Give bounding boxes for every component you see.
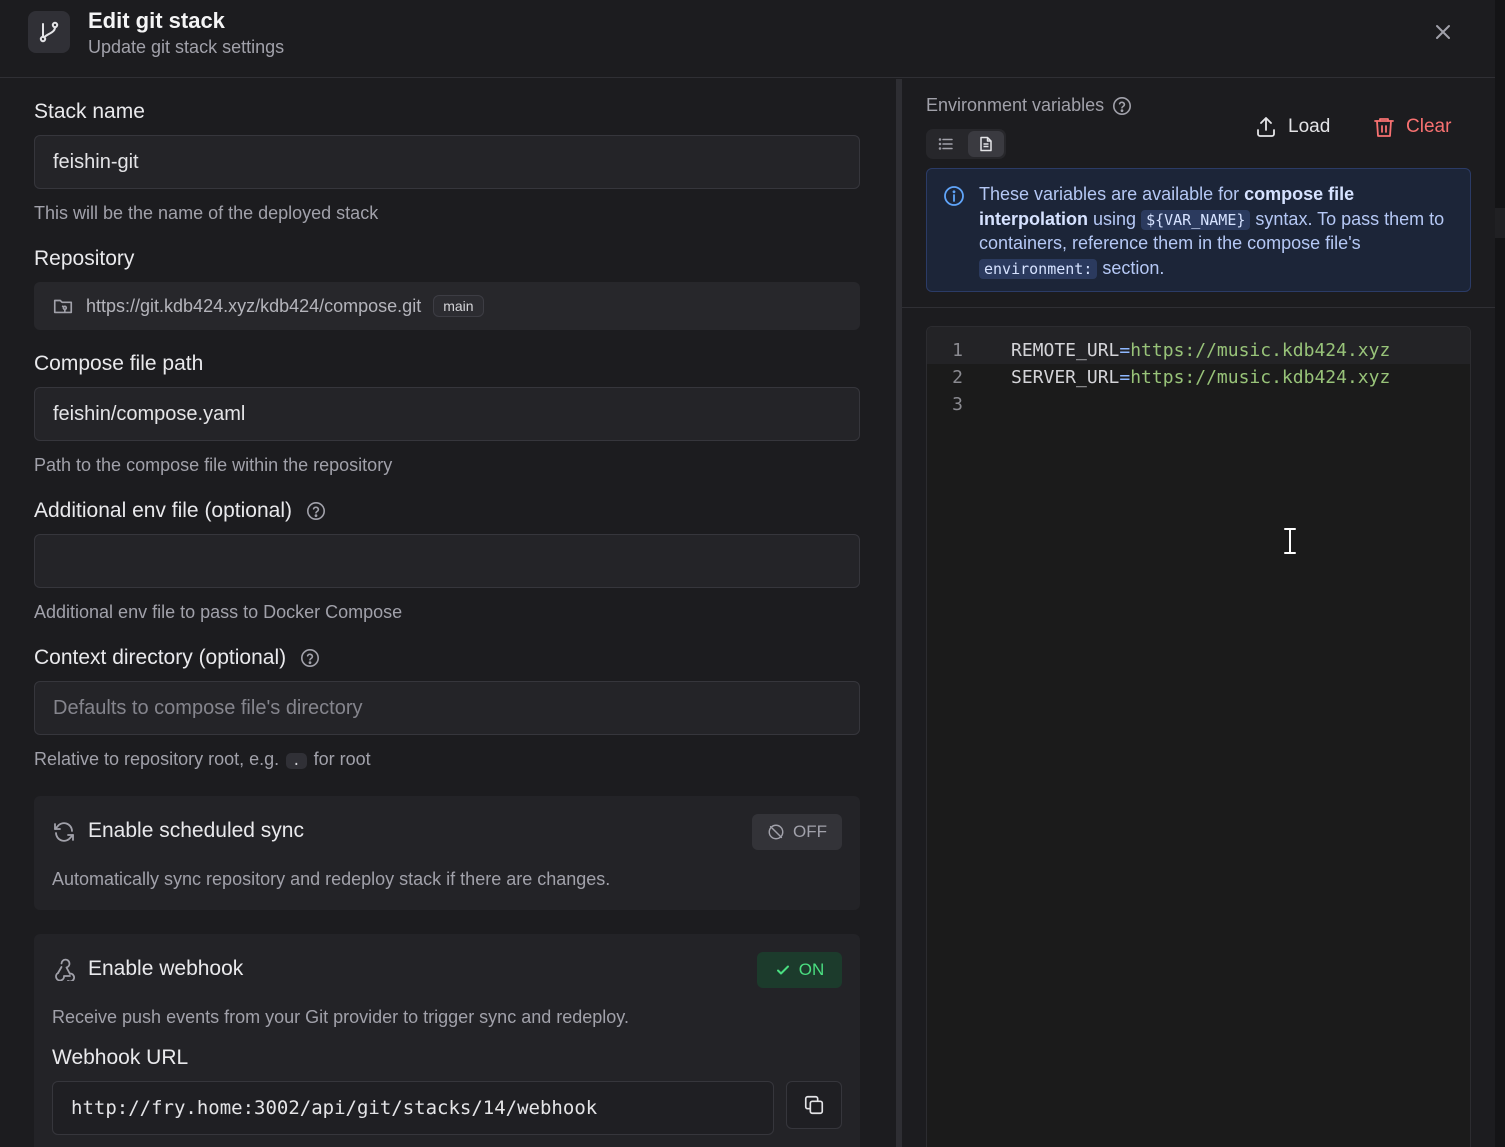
code-line[interactable]: 2 SERVER_URL=https://music.kdb424.xyz — [927, 364, 1470, 391]
list-view-tab[interactable] — [928, 131, 964, 157]
info-text-part: These variables are available for — [979, 184, 1240, 204]
refresh-icon — [54, 822, 74, 842]
env-file-label-row: Additional env file (optional) — [34, 499, 326, 523]
stack-name-value: feishin-git — [53, 150, 139, 173]
sync-off-icon — [768, 824, 784, 840]
scheduled-sync-state: OFF — [793, 822, 827, 841]
stack-name-label: Stack name — [34, 100, 145, 123]
context-dir-placeholder: Defaults to compose file's directory — [53, 696, 363, 719]
context-dir-label: Context directory (optional) — [34, 646, 287, 669]
info-code-var-name: ${VAR_NAME} — [1141, 209, 1251, 230]
code-text: REMOTE_URL=https://music.kdb424.xyz — [1011, 340, 1390, 361]
context-dir-input[interactable]: Defaults to compose file's directory — [34, 681, 860, 735]
section-divider — [902, 307, 1495, 308]
repository-label: Repository — [34, 247, 135, 270]
env-variables-title: Environment variables — [926, 95, 1105, 115]
env-info-text: These variables are available for compos… — [979, 182, 1459, 280]
close-icon — [1436, 25, 1450, 39]
branch-badge: main — [433, 295, 484, 317]
text-cursor-icon — [1284, 528, 1296, 554]
info-text-part: section. — [1102, 257, 1165, 278]
env-key: SERVER_URL — [1011, 367, 1120, 388]
env-variables-panel: Environment variables Load Clear These v… — [902, 79, 1495, 1147]
compose-path-value: feishin/compose.yaml — [53, 402, 246, 425]
env-file-label: Additional env file (optional) — [34, 499, 292, 522]
env-key: REMOTE_URL — [1011, 340, 1120, 361]
stack-name-input[interactable]: feishin-git — [34, 135, 860, 189]
compose-path-input[interactable]: feishin/compose.yaml — [34, 387, 860, 441]
trash-icon — [1374, 118, 1394, 137]
code-line[interactable]: 1 REMOTE_URL=https://music.kdb424.xyz — [927, 337, 1470, 364]
webhook-toggle[interactable]: ON — [757, 952, 842, 988]
code-line[interactable]: 3 — [927, 391, 1470, 418]
webhook-url-value: http://fry.home:3002/api/git/stacks/14/w… — [71, 1097, 598, 1119]
webhook-url-label: Webhook URL — [52, 1046, 189, 1069]
context-dir-help-code: . — [286, 753, 307, 769]
file-text-icon — [980, 136, 992, 152]
scheduled-sync-title: Enable scheduled sync — [88, 819, 304, 842]
code-text: SERVER_URL=https://music.kdb424.xyz — [1011, 367, 1390, 388]
line-number: 1 — [952, 340, 963, 361]
scheduled-sync-card: Enable scheduled sync OFF Automatically … — [34, 796, 860, 910]
webhook-card: Enable webhook ON Receive push events fr… — [34, 934, 860, 1147]
info-icon — [944, 186, 964, 206]
editor-mode-toggle — [926, 129, 1006, 159]
scheduled-sync-toggle[interactable]: OFF — [752, 814, 842, 850]
webhook-title: Enable webhook — [88, 957, 244, 980]
close-button[interactable] — [1430, 19, 1456, 45]
webhook-description: Receive push events from your Git provid… — [52, 1007, 629, 1027]
env-equals: = — [1119, 340, 1131, 361]
webhook-state: ON — [798, 960, 825, 979]
env-value: https://music.kdb424.xyz — [1130, 340, 1391, 361]
check-icon — [776, 965, 789, 975]
editor-toolbar — [927, 327, 1470, 337]
help-circle-icon[interactable] — [306, 501, 326, 521]
webhook-icon — [55, 958, 75, 981]
env-equals: = — [1119, 367, 1131, 388]
env-info-alert: These variables are available for compos… — [926, 168, 1471, 292]
webhook-url-input[interactable]: http://fry.home:3002/api/git/stacks/14/w… — [52, 1081, 774, 1135]
context-dir-help-before: Relative to repository root, e.g. — [34, 749, 280, 769]
stack-settings-form: Stack name feishin-git This will be the … — [0, 0, 896, 1147]
repository-display: https://git.kdb424.xyz/kdb424/compose.gi… — [34, 282, 860, 330]
env-file-input[interactable] — [34, 534, 860, 588]
list-icon — [938, 138, 953, 150]
stack-name-help: This will be the name of the deployed st… — [34, 203, 379, 223]
edit-stack-dialog: Edit git stack Update git stack settings… — [0, 0, 1495, 1147]
upload-icon — [1257, 117, 1275, 137]
copy-icon — [804, 1095, 824, 1115]
scheduled-sync-description: Automatically sync repository and redepl… — [52, 869, 611, 889]
env-value: https://music.kdb424.xyz — [1130, 367, 1391, 388]
clear-env-button[interactable]: Clear — [1372, 112, 1451, 142]
repository-url: https://git.kdb424.xyz/kdb424/compose.gi… — [86, 295, 422, 316]
info-text-part: using — [1093, 208, 1137, 229]
compose-path-help: Path to the compose file within the repo… — [34, 455, 393, 475]
copy-webhook-button[interactable] — [786, 1081, 842, 1129]
env-file-help: Additional env file to pass to Docker Co… — [34, 602, 403, 622]
line-number: 3 — [952, 394, 963, 415]
text-view-tab[interactable] — [968, 131, 1004, 157]
load-label: Load — [1288, 116, 1331, 137]
clear-label: Clear — [1406, 116, 1452, 137]
context-dir-help-after: for root — [313, 749, 371, 769]
info-code-environment: environment: — [979, 258, 1098, 279]
help-circle-icon[interactable] — [300, 648, 320, 668]
env-variables-heading: Environment variables — [926, 95, 1132, 116]
load-env-button[interactable]: Load — [1254, 112, 1330, 142]
backdrop-edge — [1495, 0, 1505, 1147]
folder-git-icon — [53, 299, 73, 314]
compose-path-label: Compose file path — [34, 352, 204, 375]
context-dir-label-row: Context directory (optional) — [34, 646, 320, 670]
env-code-editor[interactable]: 1 REMOTE_URL=https://music.kdb424.xyz 2 … — [926, 326, 1471, 1147]
help-circle-icon[interactable] — [1112, 96, 1132, 116]
context-dir-help: Relative to repository root, e.g. . for … — [34, 749, 371, 770]
line-number: 2 — [952, 367, 963, 388]
